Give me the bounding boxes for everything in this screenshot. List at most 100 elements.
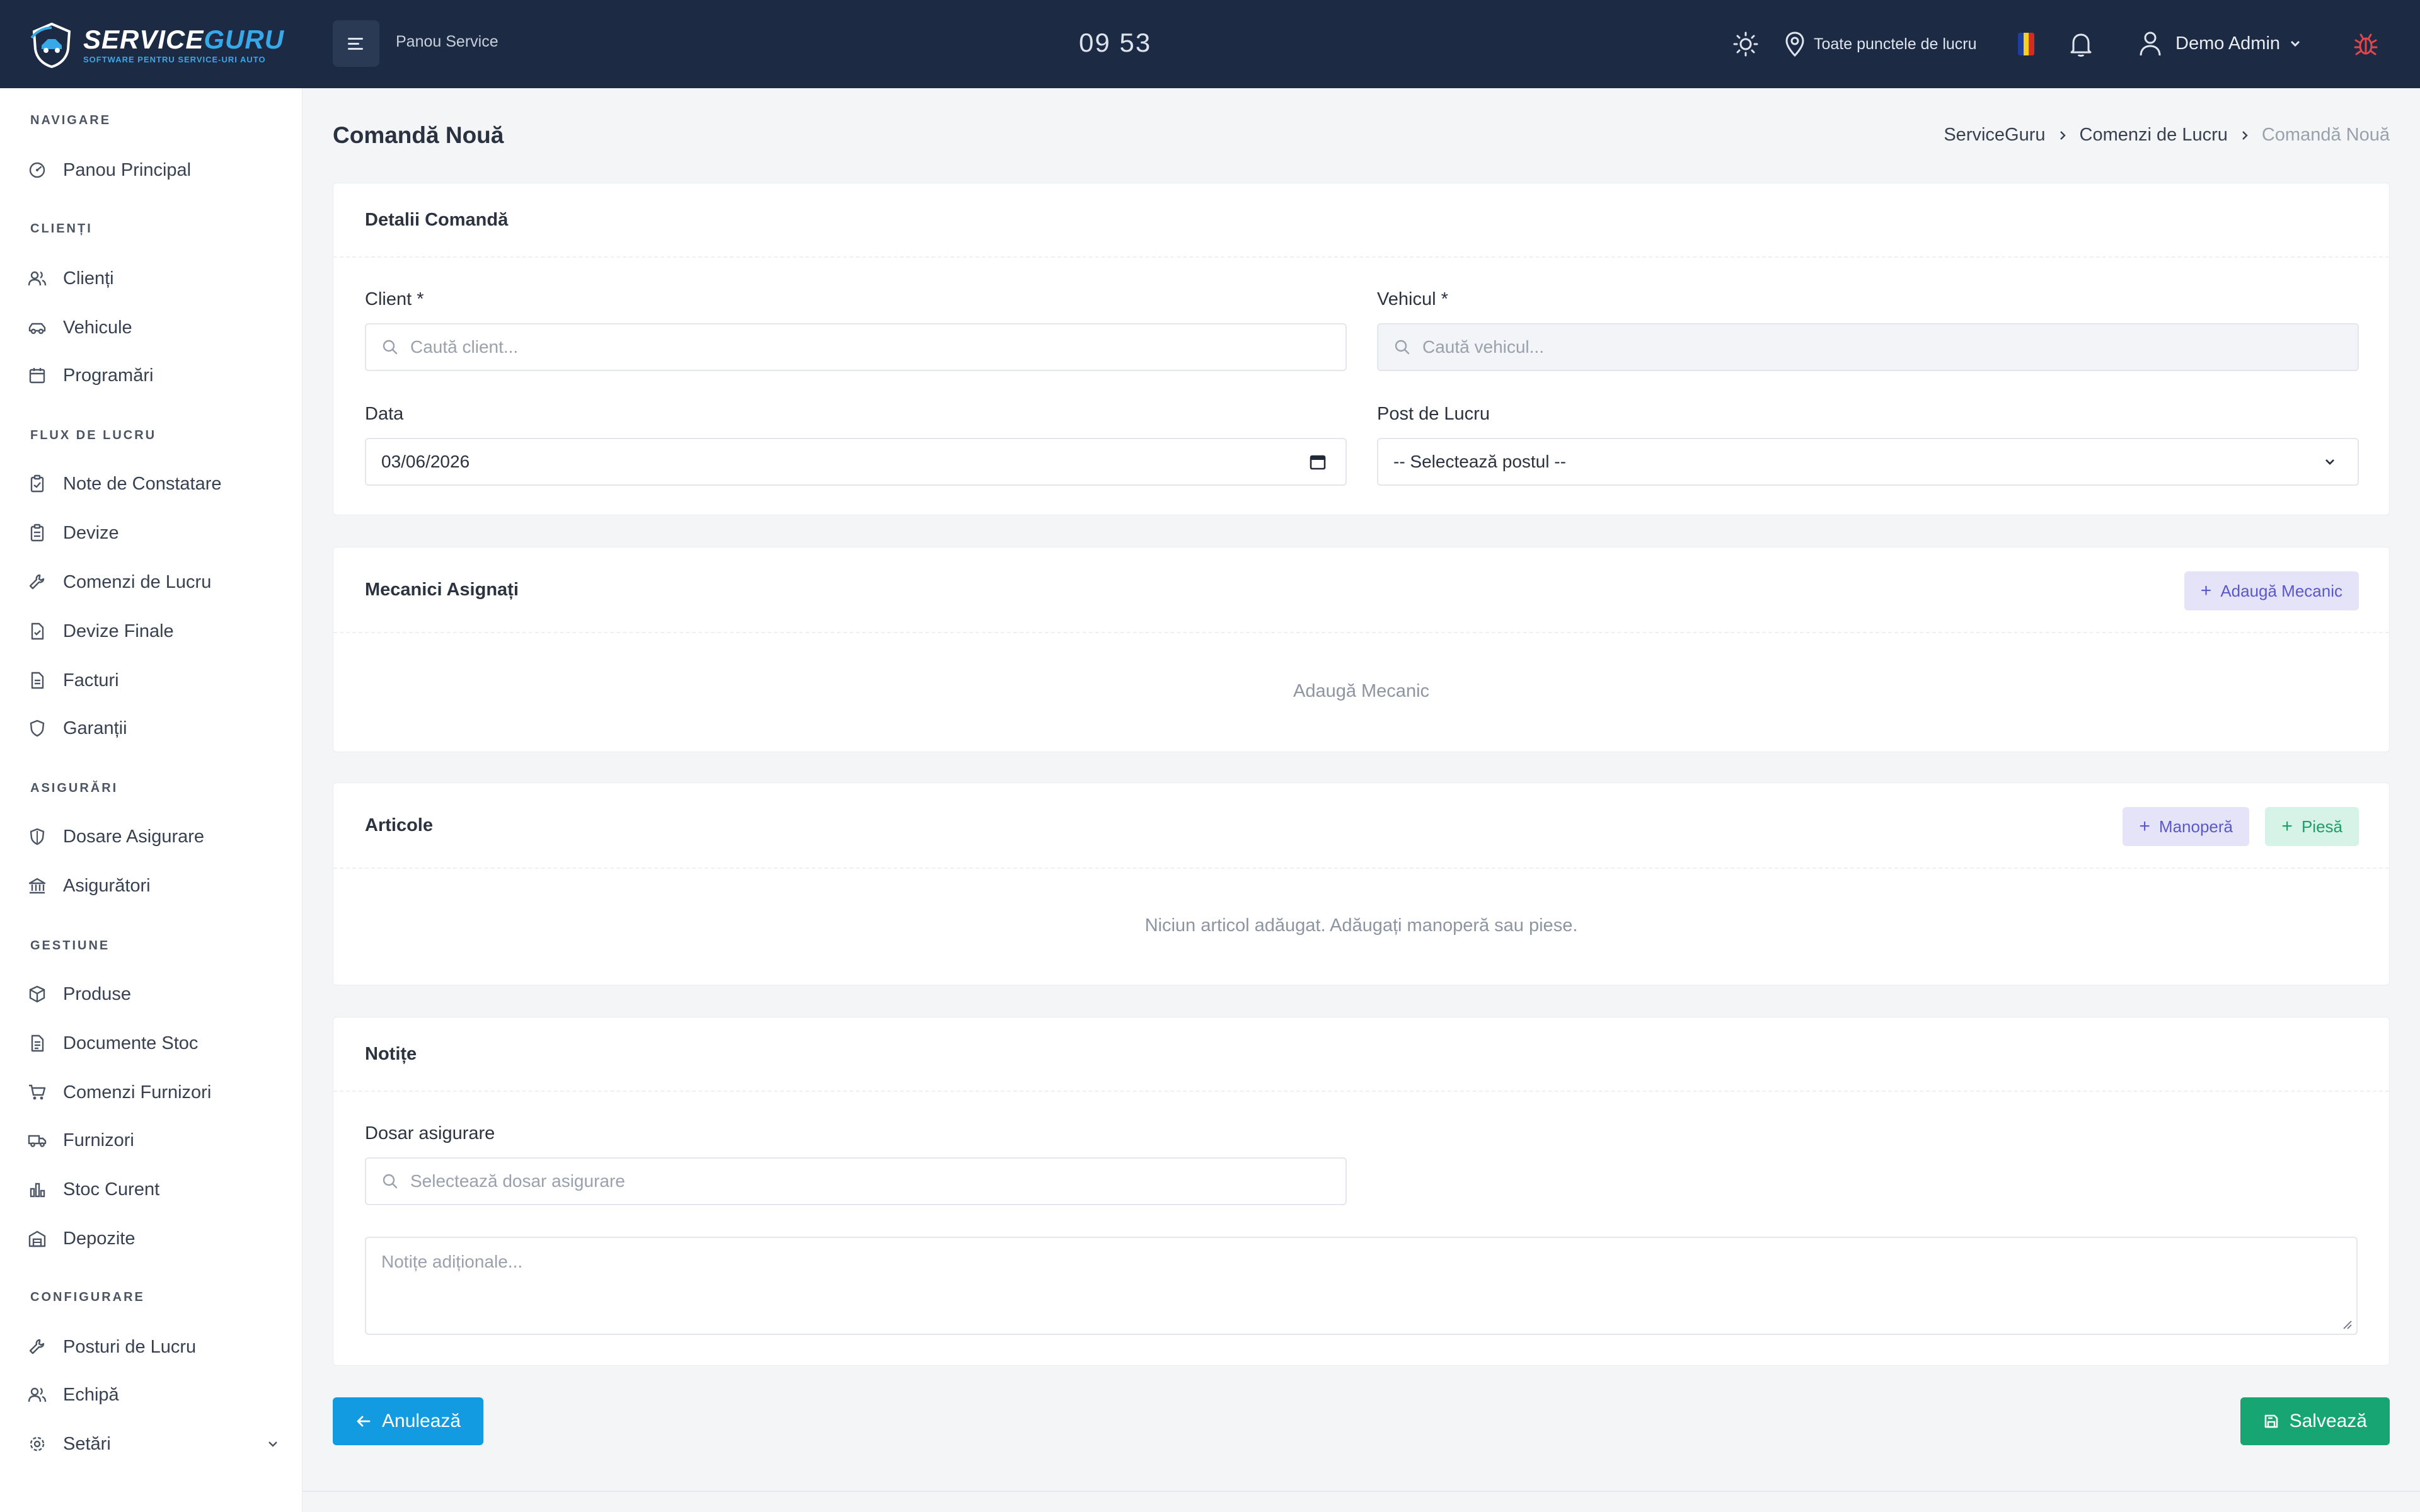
brand-name-white: SERVICE bbox=[83, 24, 204, 54]
sidebar-section-workflow: FLUX DE LUCRU bbox=[30, 428, 157, 442]
sidebar-item-insurers[interactable]: Asigurători bbox=[28, 868, 280, 903]
sidebar-section-insurance: ASIGURĂRI bbox=[30, 781, 118, 795]
sidebar-item-insurance-files[interactable]: Dosare Asigurare bbox=[28, 819, 280, 854]
sidebar-item-label: Devize bbox=[63, 522, 119, 543]
save-label: Salvează bbox=[2289, 1411, 2367, 1431]
sidebar-item-label: Documente Stoc bbox=[63, 1033, 199, 1053]
client-label: Client * bbox=[365, 289, 424, 309]
sidebar-item-warranties[interactable]: Garanții bbox=[28, 711, 280, 746]
sidebar-item-label: Programări bbox=[63, 365, 154, 386]
sidebar-item-label: Furnizori bbox=[63, 1130, 134, 1150]
resize-handle-icon[interactable] bbox=[2341, 1319, 2353, 1330]
cancel-button[interactable]: Anulează bbox=[333, 1397, 484, 1445]
sidebar-item-vehicles[interactable]: Vehicule bbox=[28, 310, 280, 345]
insurance-file-select[interactable]: Selectează dosar asigurare bbox=[365, 1157, 1347, 1205]
sidebar-item-workstations[interactable]: Posturi de Lucru bbox=[28, 1329, 280, 1365]
breadcrumb-current: Comandă Nouă bbox=[2261, 125, 2390, 145]
sidebar-item-settings[interactable]: Setări bbox=[28, 1426, 280, 1462]
sidebar-item-suppliers[interactable]: Furnizori bbox=[28, 1123, 280, 1158]
vehicle-search-input[interactable]: Caută vehicul... bbox=[1377, 323, 2359, 371]
clipboard-icon bbox=[30, 474, 44, 493]
car-icon bbox=[28, 323, 46, 335]
sidebar-item-label: Comenzi de Lucru bbox=[63, 571, 212, 592]
add-labor-button[interactable]: + Manoperă bbox=[2123, 807, 2249, 846]
sidebar-item-label: Garanții bbox=[63, 718, 127, 738]
card-header: Notițe bbox=[333, 1017, 2389, 1092]
workstation-value: -- Selectează postul -- bbox=[1393, 452, 1566, 471]
workstation-select[interactable]: -- Selectează postul -- bbox=[1377, 438, 2359, 486]
sidebar-item-label: Echipă bbox=[63, 1384, 119, 1405]
menu-icon bbox=[348, 38, 363, 50]
file-check-icon bbox=[31, 622, 44, 640]
add-labor-label: Manoperă bbox=[2158, 816, 2233, 836]
sidebar-item-estimates[interactable]: Devize bbox=[28, 515, 280, 551]
sidebar-item-label: Produse bbox=[63, 983, 132, 1004]
shield-check-icon bbox=[30, 719, 45, 737]
truck-icon bbox=[28, 1135, 47, 1147]
add-part-label: Piesă bbox=[2301, 816, 2342, 836]
users-icon bbox=[28, 271, 47, 286]
sidebar-item-warehouses[interactable]: Depozite bbox=[28, 1221, 280, 1256]
sidebar-item-products[interactable]: Produse bbox=[28, 976, 280, 1012]
client-search-input[interactable]: Caută client... bbox=[365, 323, 1347, 371]
sidebar-item-clients[interactable]: Clienți bbox=[28, 261, 280, 296]
sidebar-item-team[interactable]: Echipă bbox=[28, 1377, 280, 1412]
sidebar-item-label: Vehicule bbox=[63, 317, 132, 338]
chevron-right-icon bbox=[2060, 130, 2066, 140]
date-input[interactable]: 03/06/2026 bbox=[365, 438, 1347, 486]
user-menu[interactable]: Demo Admin bbox=[2138, 29, 2302, 58]
card-title: Mecanici Asignați bbox=[365, 579, 519, 600]
card-header: Articole bbox=[333, 783, 2389, 869]
sidebar-item-label: Panou Principal bbox=[63, 159, 192, 180]
page-title: Comandă Nouă bbox=[333, 122, 504, 148]
notes-textarea[interactable]: Notițe adiționale... bbox=[365, 1237, 2358, 1335]
document-icon bbox=[31, 1034, 44, 1052]
dashboard-icon bbox=[29, 162, 45, 178]
sidebar-item-appointments[interactable]: Programări bbox=[28, 358, 280, 393]
search-icon bbox=[383, 340, 398, 355]
cancel-label: Anulează bbox=[382, 1411, 461, 1431]
topbar: SERVICEGURU SOFTWARE PENTRU SERVICE-URI … bbox=[0, 0, 2420, 88]
card-title: Notițe bbox=[365, 1043, 417, 1064]
shield-icon bbox=[30, 828, 45, 845]
card-header: Detalii Comandă bbox=[333, 183, 2389, 258]
notifications-button[interactable] bbox=[2068, 30, 2094, 58]
sidebar-item-label: Devize Finale bbox=[63, 621, 174, 641]
sidebar-item-work-orders[interactable]: Comenzi de Lucru bbox=[28, 564, 280, 600]
calendar-icon[interactable] bbox=[1309, 453, 1327, 471]
breadcrumb-link-home[interactable]: ServiceGuru bbox=[1944, 125, 2045, 146]
breadcrumb-link-work-orders[interactable]: Comenzi de Lucru bbox=[2080, 125, 2228, 146]
sidebar-item-supplier-orders[interactable]: Comenzi Furnizori bbox=[28, 1075, 280, 1110]
bug-report-button[interactable] bbox=[2352, 30, 2380, 58]
workstation-label: Post de Lucru bbox=[1377, 404, 1490, 424]
brand-logo[interactable]: SERVICEGURU SOFTWARE PENTRU SERVICE-URI … bbox=[29, 20, 284, 69]
language-flag-icon[interactable] bbox=[2018, 33, 2034, 55]
sidebar-item-final-estimates[interactable]: Devize Finale bbox=[28, 614, 280, 649]
sidebar: NAVIGARE Panou Principal CLIENȚI Clienți… bbox=[0, 88, 302, 1512]
sidebar-item-label: Note de Constatare bbox=[63, 473, 222, 494]
sidebar-item-inspection-notes[interactable]: Note de Constatare bbox=[28, 466, 280, 501]
sidebar-item-label: Facturi bbox=[63, 670, 119, 690]
sidebar-item-current-stock[interactable]: Stoc Curent bbox=[28, 1172, 280, 1207]
sidebar-section-configuration: CONFIGURARE bbox=[30, 1290, 145, 1304]
sidebar-section-navigation: NAVIGARE bbox=[30, 113, 112, 127]
footer-divider bbox=[302, 1491, 2420, 1492]
warehouse-icon bbox=[28, 1230, 46, 1247]
sidebar-item-label: Stoc Curent bbox=[63, 1179, 160, 1200]
sidebar-item-dashboard[interactable]: Panou Principal bbox=[28, 152, 280, 188]
card-header: Mecanici Asignați bbox=[333, 547, 2389, 633]
cart-icon bbox=[29, 1084, 46, 1100]
sidebar-item-invoices[interactable]: Facturi bbox=[28, 663, 280, 698]
menu-toggle-button[interactable] bbox=[333, 20, 379, 67]
theme-toggle-button[interactable] bbox=[1732, 30, 1760, 58]
notes-card: Notițe Dosar asigurare Selectează dosar … bbox=[333, 1017, 2390, 1366]
save-button[interactable]: Salvează bbox=[2240, 1397, 2390, 1445]
add-mechanic-label: Adaugă Mecanic bbox=[2220, 581, 2342, 600]
wrench-icon bbox=[29, 1339, 45, 1354]
date-value: 03/06/2026 bbox=[381, 452, 470, 471]
add-part-button[interactable]: + Piesă bbox=[2265, 807, 2359, 846]
sidebar-item-stock-documents[interactable]: Documente Stoc bbox=[28, 1026, 280, 1061]
plus-icon: + bbox=[2139, 816, 2150, 837]
location-selector[interactable]: Toate punctele de lucru bbox=[1783, 30, 1977, 58]
add-mechanic-button[interactable]: + Adaugă Mecanic bbox=[2184, 571, 2359, 610]
